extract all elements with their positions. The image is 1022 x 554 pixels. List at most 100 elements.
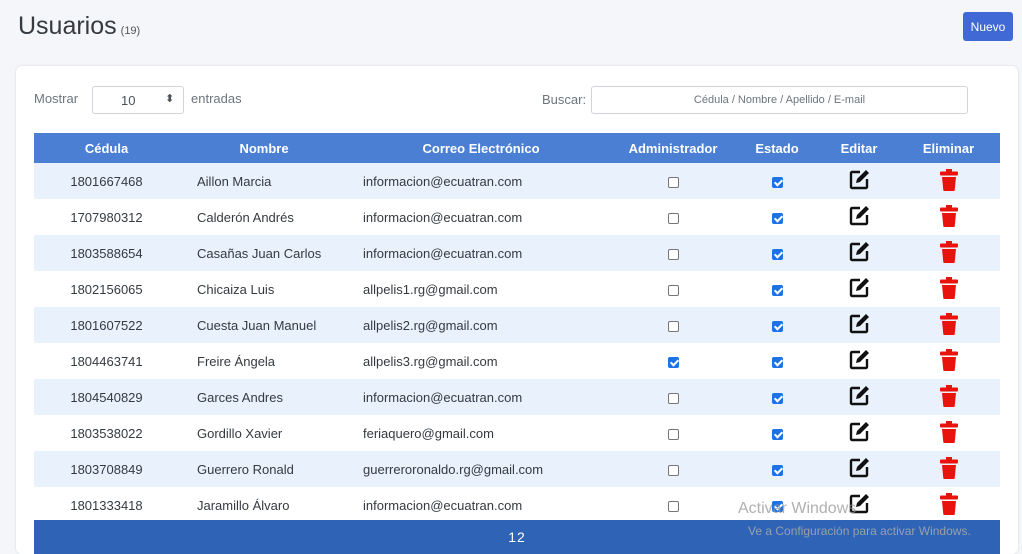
users-card: Mostrar 10 ⬍ entradas Buscar: Cédula Nom… [16, 66, 1018, 554]
table-row: 1803538022 Gordillo Xavier feriaquero@gmai… [34, 415, 1000, 451]
cell-correo: guerreroronaldo.rg@gmail.com [349, 451, 613, 487]
search-input[interactable] [591, 86, 968, 114]
trash-icon[interactable] [939, 384, 958, 410]
admin-checkbox[interactable] [667, 356, 679, 368]
cell-eliminar [897, 271, 1000, 307]
table-row: 1802156065 Chicaiza Luis allpelis1.rg@gmai… [34, 271, 1000, 307]
edit-icon[interactable] [848, 205, 870, 230]
admin-checkbox[interactable] [667, 284, 679, 296]
trash-icon[interactable] [939, 204, 958, 230]
cell-administrador [613, 199, 733, 235]
col-estado[interactable]: Estado [733, 133, 821, 163]
edit-icon[interactable] [848, 349, 870, 374]
trash-icon[interactable] [939, 348, 958, 374]
table-row: 1804463741 Freire Ángela allpelis3.rg@gmai… [34, 343, 1000, 379]
admin-checkbox[interactable] [667, 500, 679, 512]
table-body: 1801667468 Aillon Marcia informacion@ecuat… [34, 163, 1000, 523]
new-user-button[interactable]: Nuevo [963, 12, 1013, 41]
cell-correo: feriaquero@gmail.com [349, 415, 613, 451]
cell-cedula: 1803538022 [34, 415, 179, 451]
admin-checkbox[interactable] [667, 428, 679, 440]
trash-icon[interactable] [939, 456, 958, 482]
table-row: 1801667468 Aillon Marcia informacion@ecuat… [34, 163, 1000, 199]
cell-editar [821, 451, 897, 487]
updown-icon: ⬍ [165, 93, 175, 105]
status-checkbox[interactable] [771, 464, 783, 476]
table-row: 1804540829 Garces Andres informacion@ecuat… [34, 379, 1000, 415]
edit-icon[interactable] [848, 385, 870, 410]
activation-watermark-title: Activar Windows [738, 500, 857, 517]
trash-icon[interactable] [939, 312, 958, 338]
cell-administrador [613, 379, 733, 415]
page-size-select[interactable]: 10 ⬍ [92, 86, 184, 114]
cell-cedula: 1802156065 [34, 271, 179, 307]
cell-eliminar [897, 235, 1000, 271]
search-label: Buscar: [542, 92, 587, 107]
admin-checkbox[interactable] [667, 212, 679, 224]
trash-icon[interactable] [939, 420, 958, 446]
cell-nombre: Gordillo Xavier [179, 415, 349, 451]
cell-eliminar [897, 163, 1000, 199]
page-title-text: Usuarios [18, 12, 117, 40]
status-checkbox[interactable] [771, 320, 783, 332]
trash-icon[interactable] [939, 240, 958, 266]
entries-label: entradas [191, 91, 242, 106]
trash-icon[interactable] [939, 276, 958, 302]
admin-checkbox[interactable] [667, 320, 679, 332]
cell-cedula: 1801333418 [34, 487, 179, 523]
cell-editar [821, 343, 897, 379]
status-checkbox[interactable] [771, 428, 783, 440]
users-table: Cédula Nombre Correo Electrónico Adminis… [34, 133, 1000, 523]
cell-administrador [613, 307, 733, 343]
cell-eliminar [897, 379, 1000, 415]
admin-checkbox[interactable] [667, 392, 679, 404]
col-correo[interactable]: Correo Electrónico [349, 133, 613, 163]
cell-editar [821, 163, 897, 199]
status-checkbox[interactable] [771, 392, 783, 404]
cell-editar [821, 379, 897, 415]
cell-estado [733, 199, 821, 235]
cell-eliminar [897, 343, 1000, 379]
table-row: 1707980312 Calderón Andrés informacion@ecu… [34, 199, 1000, 235]
edit-icon[interactable] [848, 313, 870, 338]
admin-checkbox[interactable] [667, 464, 679, 476]
status-checkbox[interactable] [771, 176, 783, 188]
pagination-pages[interactable]: 12 [508, 529, 526, 545]
trash-icon[interactable] [939, 492, 958, 518]
cell-editar [821, 271, 897, 307]
status-checkbox[interactable] [771, 248, 783, 260]
edit-icon[interactable] [848, 421, 870, 446]
cell-correo: allpelis2.rg@gmail.com [349, 307, 613, 343]
edit-icon[interactable] [848, 241, 870, 266]
status-checkbox[interactable] [771, 356, 783, 368]
cell-administrador [613, 271, 733, 307]
cell-eliminar [897, 487, 1000, 523]
cell-cedula: 1801607522 [34, 307, 179, 343]
edit-icon[interactable] [848, 457, 870, 482]
col-administrador[interactable]: Administrador [613, 133, 733, 163]
cell-cedula: 1804463741 [34, 343, 179, 379]
status-checkbox[interactable] [771, 284, 783, 296]
cell-cedula: 1801667468 [34, 163, 179, 199]
edit-icon[interactable] [848, 277, 870, 302]
cell-cedula: 1707980312 [34, 199, 179, 235]
edit-icon[interactable] [848, 169, 870, 194]
cell-administrador [613, 163, 733, 199]
cell-editar [821, 415, 897, 451]
cell-correo: informacion@ecuatran.com [349, 379, 613, 415]
cell-editar [821, 307, 897, 343]
table-header-row: Cédula Nombre Correo Electrónico Adminis… [34, 133, 1000, 163]
col-cedula[interactable]: Cédula [34, 133, 179, 163]
admin-checkbox[interactable] [667, 248, 679, 260]
activation-watermark-text: Ve a Configuración para activar Windows. [748, 524, 971, 538]
cell-correo: informacion@ecuatran.com [349, 235, 613, 271]
status-checkbox[interactable] [771, 212, 783, 224]
admin-checkbox[interactable] [667, 176, 679, 188]
table-controls: Mostrar 10 ⬍ entradas Buscar: [34, 86, 994, 116]
table-row: 1801607522 Cuesta Juan Manuel allpelis2.rg… [34, 307, 1000, 343]
col-nombre[interactable]: Nombre [179, 133, 349, 163]
cell-cedula: 1804540829 [34, 379, 179, 415]
trash-icon[interactable] [939, 168, 958, 194]
cell-nombre: Calderón Andrés [179, 199, 349, 235]
cell-cedula: 1803588654 [34, 235, 179, 271]
